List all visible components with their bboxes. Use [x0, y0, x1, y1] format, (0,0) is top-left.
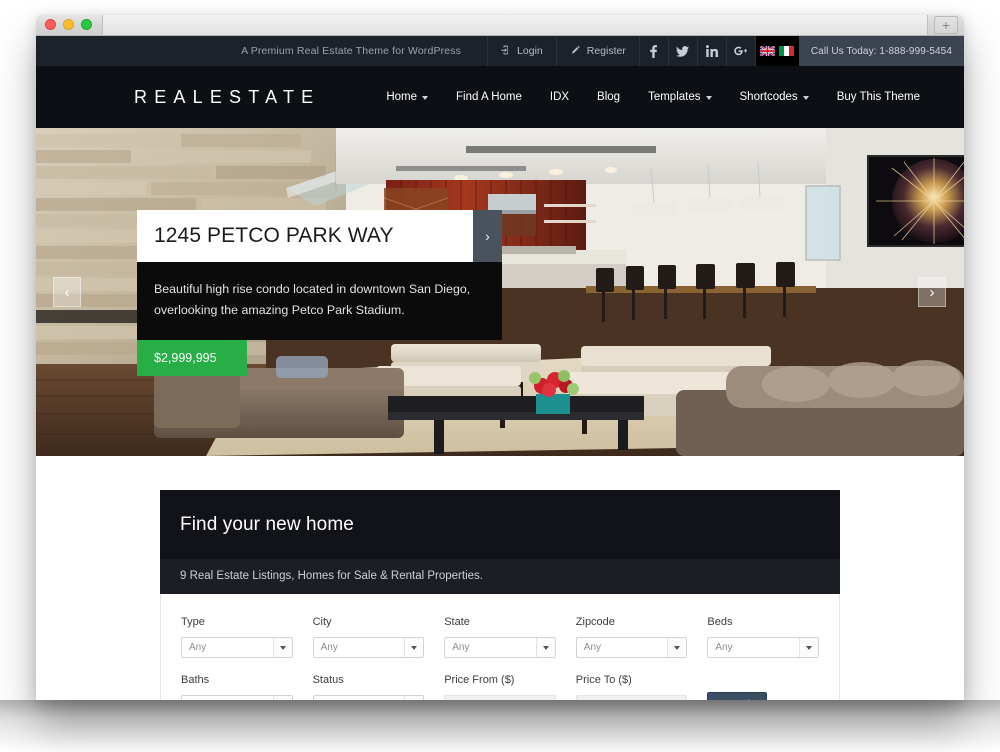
twitter-icon[interactable]	[667, 36, 697, 66]
register-link[interactable]: Register	[555, 36, 639, 66]
hero-property-title[interactable]: 1245 PETCO PARK WAY	[137, 210, 473, 262]
field-label-status: Status	[312, 674, 344, 686]
nav-label: Blog	[597, 91, 621, 103]
field-type: Type Any	[181, 616, 293, 658]
pencil-icon	[570, 45, 581, 58]
field-label-price-from: Price From ($)	[444, 674, 515, 686]
nav-item-templates[interactable]: Templates	[634, 91, 725, 103]
hero-title-row: 1245 PETCO PARK WAY ›	[137, 210, 502, 262]
site-logo[interactable]: REALESTATE	[134, 87, 320, 108]
field-baths: Baths Any	[181, 674, 293, 700]
maximize-window-button[interactable]	[81, 19, 92, 30]
new-tab-button[interactable]: +	[934, 16, 958, 34]
search-heading: Find your new home	[180, 514, 354, 535]
nav-label: Buy This Theme	[836, 91, 920, 103]
primary-nav: Home Find A Home IDX Blog Templates Shor…	[372, 91, 934, 103]
site-tagline: A Premium Real Estate Theme for WordPres…	[241, 45, 462, 57]
language-switcher[interactable]	[754, 36, 799, 66]
chevron-down-icon[interactable]	[798, 638, 818, 657]
site-viewport: A Premium Real Estate Theme for WordPres…	[36, 36, 964, 700]
field-label-type: Type	[181, 616, 205, 628]
linkedin-icon[interactable]	[696, 36, 726, 66]
chevron-down-icon	[422, 96, 429, 100]
flag-uk[interactable]	[760, 46, 776, 56]
close-window-button[interactable]	[45, 19, 56, 30]
nav-item-find-a-home[interactable]: Find A Home	[442, 91, 536, 103]
field-label-price-to: Price To ($)	[575, 674, 632, 686]
browser-titlebar: +	[36, 14, 964, 36]
browser-tabstrip	[102, 15, 928, 35]
hero-prev-arrow[interactable]: ‹	[53, 277, 81, 307]
state-select[interactable]: Any	[444, 637, 556, 658]
zipcode-select-value: Any	[583, 642, 602, 653]
state-select-value: Any	[452, 642, 470, 653]
window-controls[interactable]	[45, 19, 92, 30]
field-label-city: City	[312, 616, 332, 628]
field-price-to: Price To ($)	[575, 674, 688, 700]
login-label: Login	[517, 45, 543, 57]
beds-select[interactable]: Any	[707, 637, 819, 658]
search-header: Find your new home	[160, 490, 840, 559]
hero-next-arrow[interactable]: ›	[918, 277, 946, 307]
page-backdrop: + A Premium Real Estate Theme for WordPr…	[0, 0, 1000, 752]
field-label-baths: Baths	[181, 674, 210, 686]
hero-caption: 1245 PETCO PARK WAY › Beautiful high ris…	[137, 210, 502, 376]
nav-label: Home	[386, 91, 418, 103]
city-select-value: Any	[320, 642, 338, 653]
window-bottom-shadow	[0, 700, 1000, 752]
property-search-card: Find your new home 9 Real Estate Listing…	[160, 490, 840, 700]
nav-label: Templates	[648, 91, 701, 103]
field-zipcode: Zipcode Any	[575, 616, 688, 658]
chevron-down-icon	[802, 96, 809, 100]
hero-property-price: $2,999,995	[137, 339, 247, 376]
field-label-zipcode: Zipcode	[575, 616, 615, 628]
flag-italy[interactable]	[779, 46, 795, 56]
main-content: Find your new home 9 Real Estate Listing…	[36, 456, 964, 700]
top-utility-bar: A Premium Real Estate Theme for WordPres…	[36, 36, 964, 66]
chevron-down-icon[interactable]	[535, 638, 555, 657]
nav-item-home[interactable]: Home	[372, 91, 442, 103]
chevron-down-icon	[705, 96, 712, 100]
nav-item-buy-this-theme[interactable]: Buy This Theme	[823, 91, 934, 103]
hero-property-description: Beautiful high rise condo located in dow…	[137, 262, 502, 340]
register-label: Register	[586, 45, 626, 57]
nav-item-shortcodes[interactable]: Shortcodes	[726, 91, 823, 103]
field-status: Status Any	[312, 674, 425, 700]
chevron-down-icon[interactable]	[404, 638, 424, 657]
field-price-from: Price From ($)	[444, 674, 556, 700]
login-link[interactable]: Login	[487, 36, 556, 66]
google-plus-icon[interactable]	[725, 36, 755, 66]
minimize-window-button[interactable]	[63, 19, 74, 30]
field-state: State Any	[444, 616, 556, 658]
chevron-down-icon[interactable]	[667, 638, 687, 657]
login-icon	[501, 45, 511, 58]
search-row-1: Type Any City Any State Any Zipcode Any …	[181, 616, 819, 658]
nav-label: Shortcodes	[739, 91, 798, 103]
browser-window: + A Premium Real Estate Theme for WordPr…	[36, 14, 964, 700]
nav-label: IDX	[549, 91, 570, 103]
search-row-2: Baths Any Status Any	[181, 674, 819, 700]
chevron-down-icon[interactable]	[272, 638, 292, 657]
zipcode-select[interactable]: Any	[575, 637, 688, 658]
field-city: City Any	[312, 616, 425, 658]
search-form: Type Any City Any State Any Zipcode Any …	[160, 594, 840, 700]
hero-slider: ‹ › 1245 PETCO PARK WAY › Beautiful high…	[36, 128, 964, 456]
facebook-icon[interactable]	[638, 36, 668, 66]
type-select-value: Any	[189, 642, 207, 653]
main-navbar: REALESTATE Home Find A Home IDX Blog Tem…	[36, 66, 964, 128]
nav-item-idx[interactable]: IDX	[536, 91, 583, 103]
city-select[interactable]: Any	[312, 637, 425, 658]
beds-select-value: Any	[715, 642, 733, 653]
field-label-beds: Beds	[707, 616, 733, 628]
field-beds: Beds Any	[707, 616, 819, 658]
search-submit-button[interactable]: Search	[707, 692, 768, 700]
field-label-state: State	[444, 616, 470, 628]
nav-label: Find A Home	[456, 91, 522, 103]
type-select[interactable]: Any	[181, 637, 293, 658]
field-submit: Search	[707, 674, 819, 700]
search-subheading: 9 Real Estate Listings, Homes for Sale &…	[160, 559, 840, 594]
nav-item-blog[interactable]: Blog	[583, 91, 634, 103]
phone-label[interactable]: Call Us Today: 1-888-999-5454	[798, 36, 964, 66]
hero-caption-next-button[interactable]: ›	[473, 210, 502, 262]
